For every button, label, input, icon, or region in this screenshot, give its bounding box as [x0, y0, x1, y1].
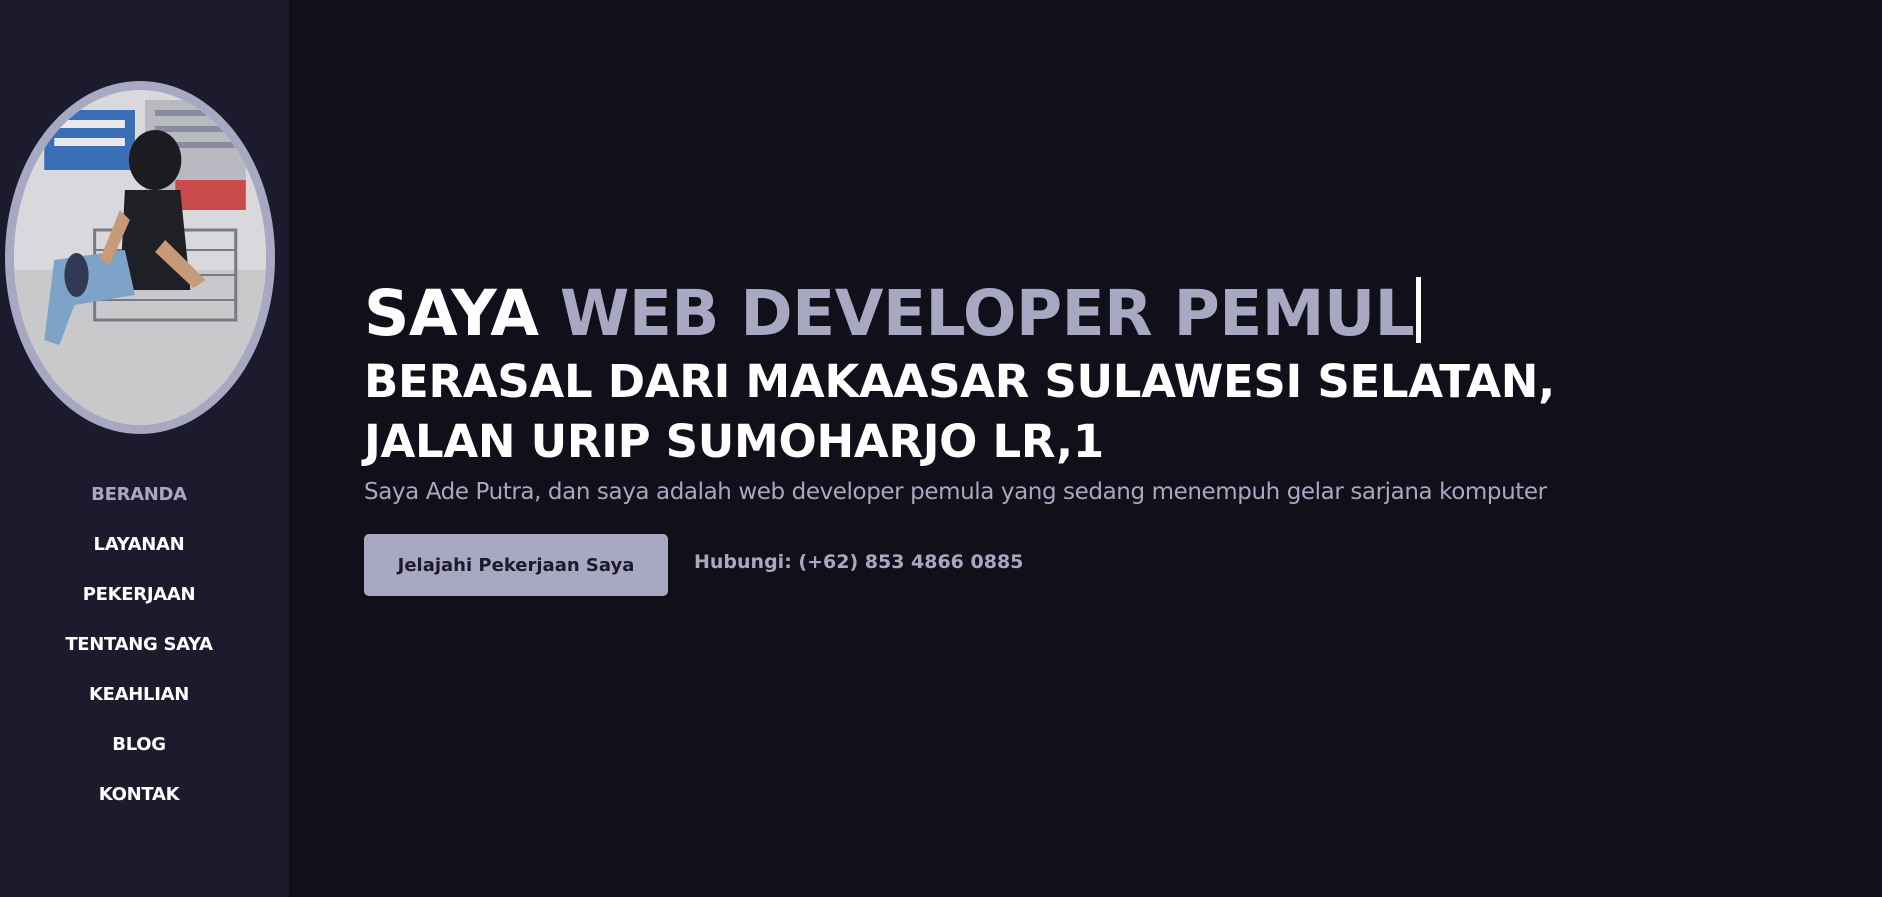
subheadline-line-1: BERASAL DARI MAKAASAR SULAWESI SELATAN, [364, 355, 1555, 408]
subheadline-line-2: JALAN URIP SUMOHARJO LR,1 [364, 415, 1104, 468]
hero-intro: Saya Ade Putra, dan saya adalah web deve… [364, 479, 1547, 505]
profile-photo-frame [5, 81, 275, 434]
nav-item-kontak[interactable]: KONTAK [0, 780, 278, 830]
nav-item-beranda[interactable]: BERANDA [0, 480, 278, 530]
typing-cursor [1416, 277, 1422, 343]
nav-item-pekerjaan[interactable]: PEKERJAAN [0, 580, 278, 630]
hero-actions: Jelajahi Pekerjaan Saya Hubungi: (+62) 8… [364, 534, 1555, 596]
nav-item-blog[interactable]: BLOG [0, 730, 278, 780]
sidebar: BERANDA LAYANAN PEKERJAAN TENTANG SAYA K… [0, 0, 289, 897]
explore-work-button[interactable]: Jelajahi Pekerjaan Saya [364, 534, 668, 596]
nav-item-layanan[interactable]: LAYANAN [0, 530, 278, 580]
page: BERANDA LAYANAN PEKERJAAN TENTANG SAYA K… [0, 0, 1882, 897]
headline-prefix: SAYA [364, 277, 539, 350]
hero-subheadline: BERASAL DARI MAKAASAR SULAWESI SELATAN, … [364, 352, 1555, 472]
profile-photo [14, 90, 266, 425]
hero-headline: SAYA WEB DEVELOPER PEMUL [364, 276, 1555, 352]
hero-section: SAYA WEB DEVELOPER PEMUL BERASAL DARI MA… [364, 276, 1555, 596]
sidebar-nav: BERANDA LAYANAN PEKERJAAN TENTANG SAYA K… [0, 480, 278, 830]
contact-phone: Hubungi: (+62) 853 4866 0885 [694, 551, 1024, 573]
nav-item-keahlian[interactable]: KEAHLIAN [0, 680, 278, 730]
headline-typed-text: WEB DEVELOPER PEMUL [559, 277, 1415, 350]
nav-item-tentang-saya[interactable]: TENTANG SAYA [0, 630, 278, 680]
profile-photo-image [14, 90, 266, 425]
